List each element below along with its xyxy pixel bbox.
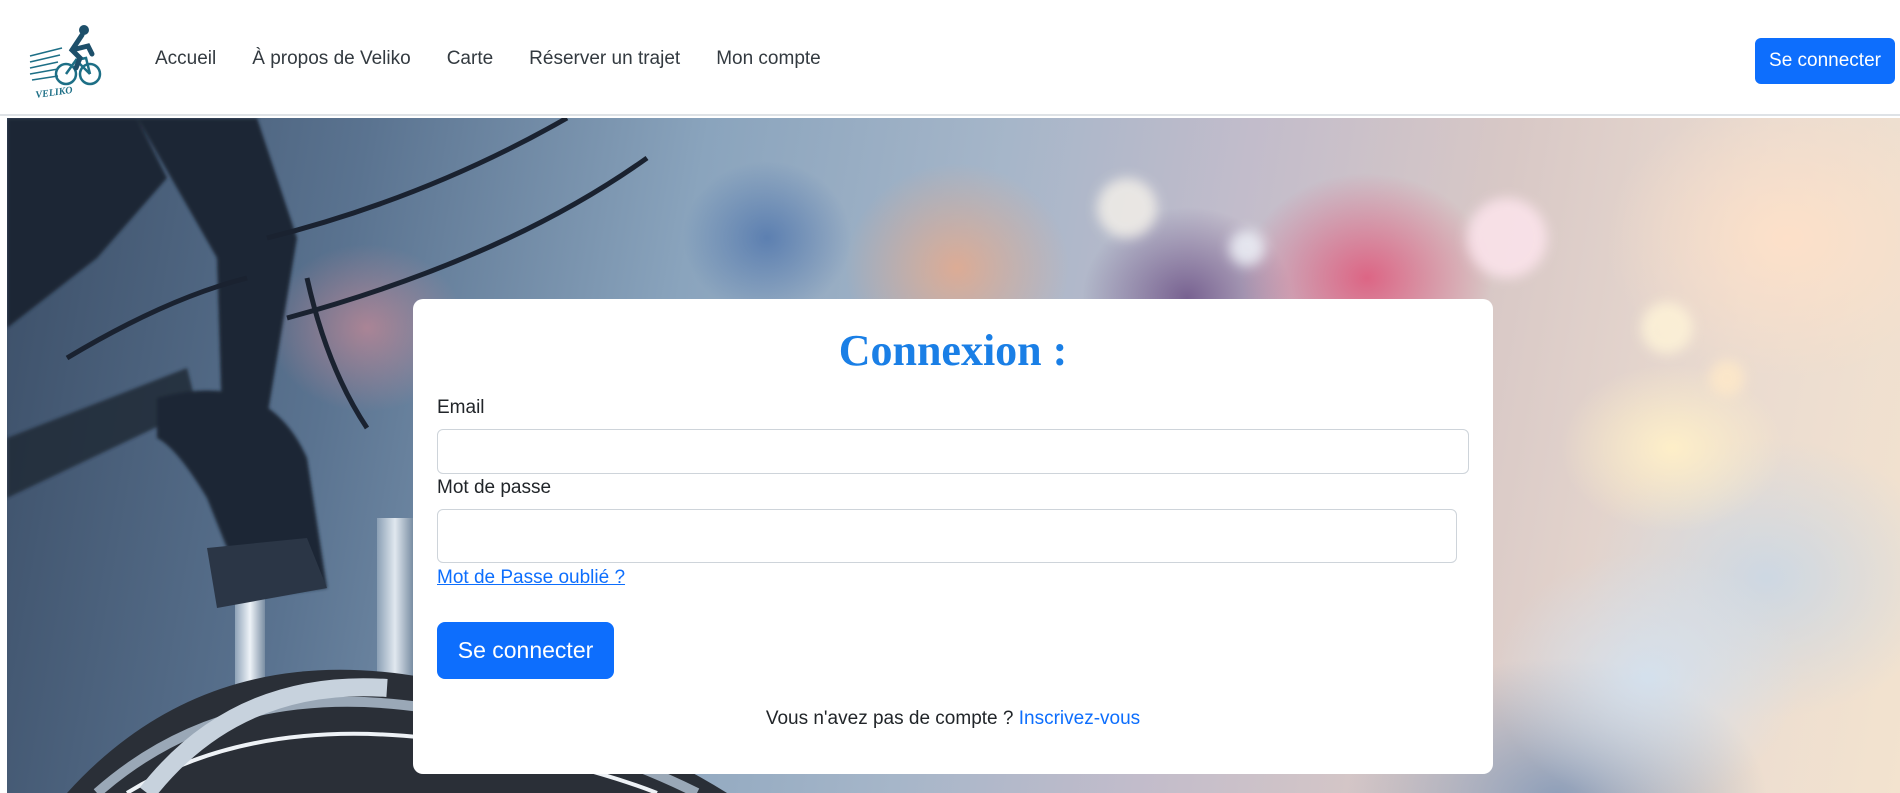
nav-link-reserve[interactable]: Réserver un trajet: [529, 48, 680, 70]
navbar: VELIKO Accueil À propos de Veliko Carte …: [0, 0, 1900, 116]
svg-text:VELIKO: VELIKO: [35, 85, 73, 100]
nav-links: Accueil À propos de Veliko Carte Réserve…: [155, 48, 857, 70]
nav-login-button[interactable]: Se connecter: [1755, 38, 1895, 84]
register-prompt: Vous n'avez pas de compte ? Inscrivez-vo…: [413, 708, 1493, 730]
nav-link-accueil[interactable]: Accueil: [155, 48, 216, 70]
login-title: Connexion :: [838, 326, 1068, 375]
cyclist-logo-icon: VELIKO: [29, 25, 102, 101]
veliko-logo[interactable]: VELIKO: [28, 20, 108, 101]
password-label: Mot de passe: [437, 477, 552, 498]
email-input[interactable]: [437, 429, 1469, 474]
login-submit-button[interactable]: Se connecter: [437, 622, 614, 679]
forgot-password-link[interactable]: Mot de Passe oublié ?: [437, 567, 625, 589]
nav-link-carte[interactable]: Carte: [447, 48, 493, 70]
no-account-text: Vous n'avez pas de compte ?: [765, 708, 1019, 729]
register-link[interactable]: Inscrivez-vous: [1019, 708, 1140, 729]
email-label: Email: [437, 397, 485, 418]
login-card: Connexion : Email Mot de passe Mot de Pa…: [413, 299, 1493, 774]
password-input[interactable]: [437, 509, 1457, 563]
nav-link-account[interactable]: Mon compte: [716, 48, 821, 70]
nav-link-about[interactable]: À propos de Veliko: [252, 48, 410, 70]
